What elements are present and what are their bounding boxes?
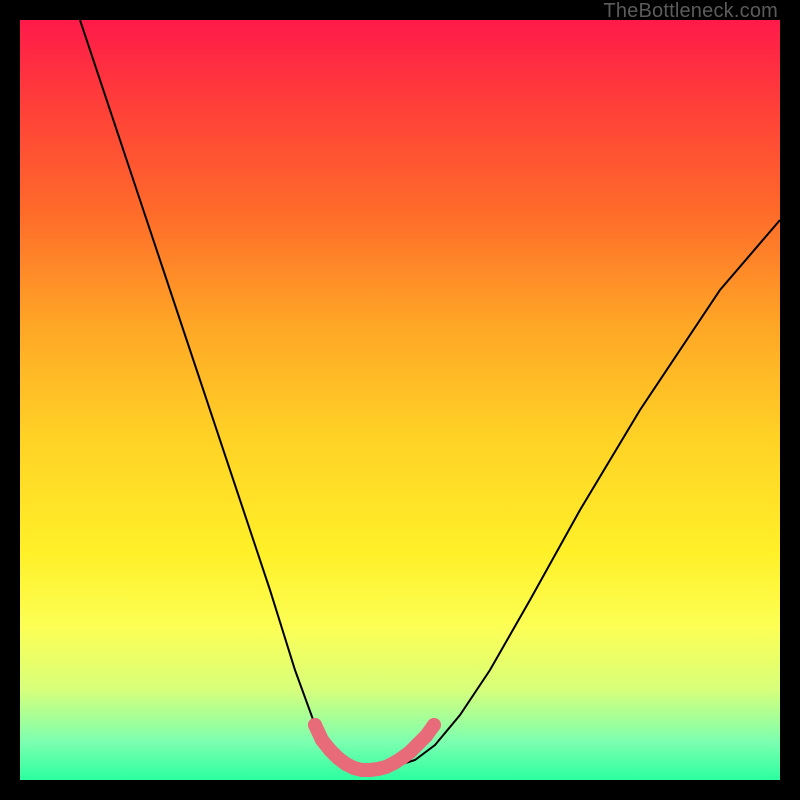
- highlight-dot: [427, 718, 441, 732]
- highlight-dots: [308, 718, 441, 777]
- main-curve: [80, 20, 780, 770]
- chart-svg: [20, 20, 780, 780]
- highlight-dot: [308, 718, 322, 732]
